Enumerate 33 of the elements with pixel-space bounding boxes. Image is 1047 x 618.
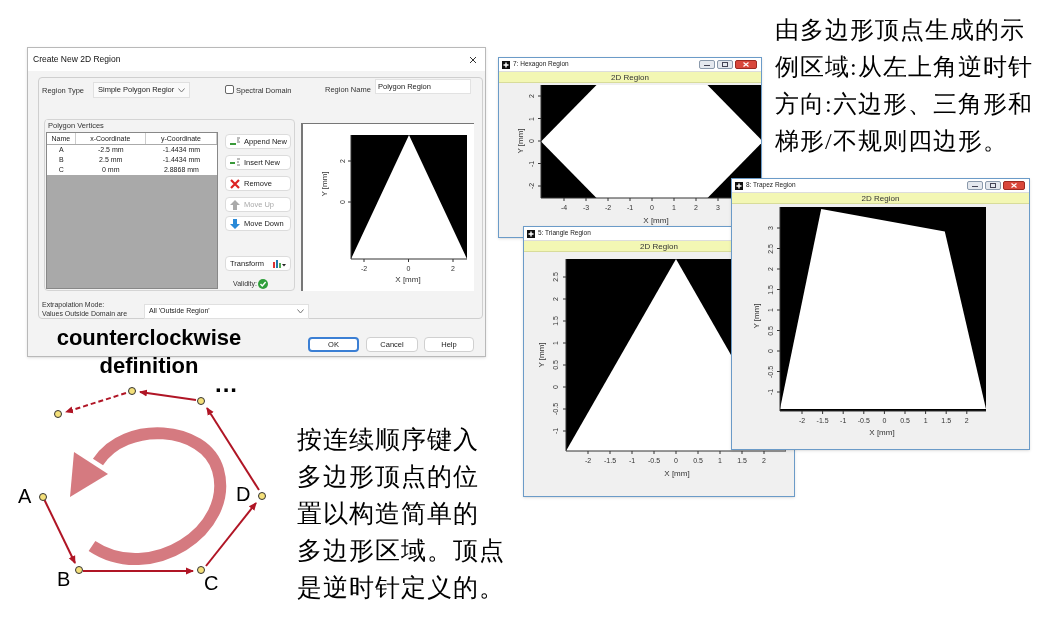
axis-title: Y [mm] xyxy=(538,342,546,368)
axis-title: X [mm] xyxy=(869,429,895,437)
checkbox[interactable] xyxy=(225,85,234,94)
vertex-label: B xyxy=(57,568,71,590)
close-icon[interactable] xyxy=(469,56,477,64)
description-text: 按连续顺序键入 多边形顶点的位 置以构造简单的 多边形区域。顶点 是逆时针定义的。 xyxy=(297,425,505,603)
panel-header: 2D Region xyxy=(732,193,1029,204)
vertex-label: C xyxy=(204,572,219,594)
description-text: 由多边形顶点生成的示 例区域:从左上角逆时针 方向:六边形、三角形和 梯形/不规则四边形。 xyxy=(775,16,1033,156)
transform-icon xyxy=(272,258,286,269)
window-title: Create New 2D Region xyxy=(33,53,121,66)
axis-title: Y [mm] xyxy=(321,171,329,197)
maximize-icon[interactable] xyxy=(985,181,1001,190)
minimize-icon[interactable] xyxy=(699,60,715,69)
maximize-icon[interactable] xyxy=(717,60,733,69)
axis-title: X [mm] xyxy=(395,276,421,284)
remove-icon xyxy=(229,177,241,190)
minimize-icon[interactable] xyxy=(967,181,983,190)
chevron-down-icon xyxy=(178,87,185,93)
arrow-up-icon xyxy=(229,198,241,211)
axis-title: X [mm] xyxy=(643,217,669,225)
arrow-down-icon xyxy=(229,217,241,230)
vertex-label: A xyxy=(18,485,32,507)
close-icon[interactable] xyxy=(735,60,757,69)
chevron-down-icon xyxy=(297,309,304,314)
close-icon[interactable] xyxy=(1003,181,1025,190)
axis-title: Y [mm] xyxy=(517,128,525,154)
append-icon xyxy=(229,135,241,148)
axis-title: X [mm] xyxy=(664,470,690,478)
vertex-label: D xyxy=(236,483,251,505)
panel-header: 2D Region xyxy=(499,72,761,83)
insert-icon xyxy=(229,156,241,169)
axis-title: Y [mm] xyxy=(753,303,761,329)
